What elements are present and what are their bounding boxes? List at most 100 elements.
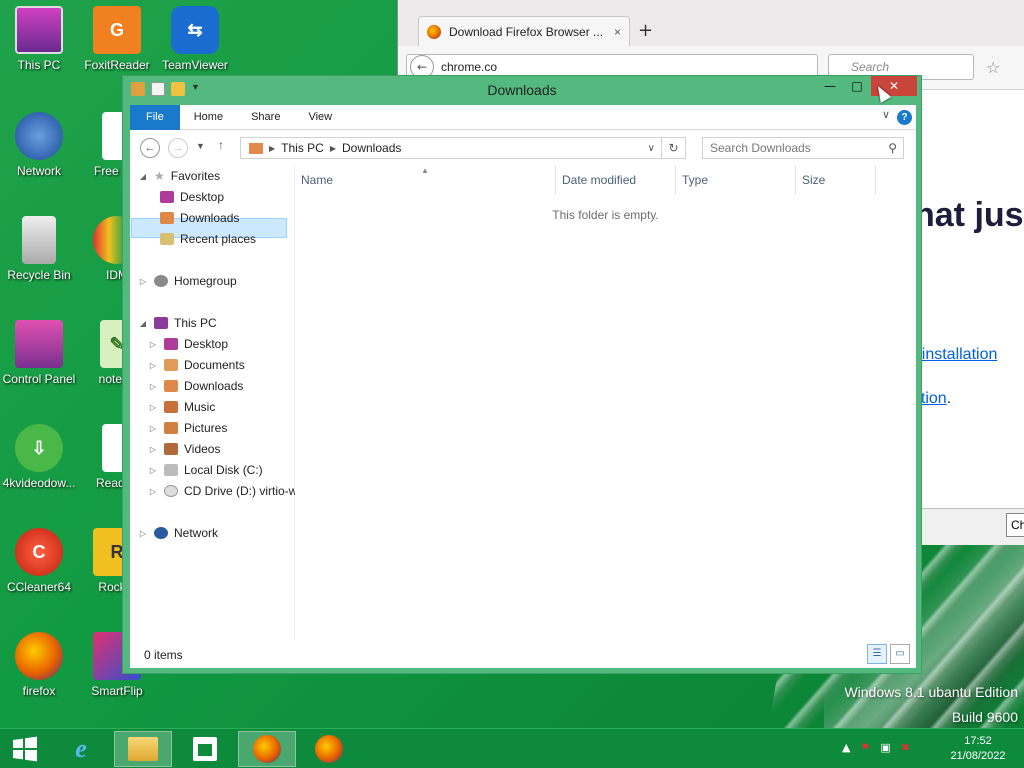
nav-pc-cd-drive[interactable]: ▷ CD Drive (D:) virtio-w <box>148 481 297 501</box>
column-header-date-modified[interactable]: Date modified <box>562 173 636 187</box>
new-tab-button[interactable]: + <box>638 20 653 41</box>
file-explorer-icon <box>128 737 158 761</box>
breadcrumb-this-pc[interactable]: This PC <box>281 141 324 155</box>
nav-pc-documents[interactable]: ▷ Documents <box>148 355 245 375</box>
back-icon[interactable]: ← <box>140 138 160 158</box>
desktop-icon-control-panel[interactable]: Control Panel <box>0 320 78 386</box>
desktop-icon-recycle-bin[interactable]: Recycle Bin <box>0 216 78 282</box>
firefox-icon <box>315 735 343 763</box>
tab-file[interactable]: File <box>130 105 180 130</box>
nav-homegroup[interactable]: ▷ Homegroup <box>138 271 237 291</box>
action-center-flag-icon[interactable]: ⚑ <box>860 741 870 754</box>
up-icon[interactable]: ↑ <box>218 138 224 152</box>
chevron-down-icon[interactable]: ∨ <box>648 143 655 154</box>
taskbar-firefox-active[interactable] <box>238 731 296 767</box>
browser-tab[interactable]: Download Firefox Browser ... × <box>418 16 630 46</box>
taskbar-windows-store[interactable] <box>176 731 234 767</box>
taskbar-firefox[interactable] <box>300 731 358 767</box>
details-view-icon[interactable]: ☰ <box>867 644 887 664</box>
expand-icon[interactable]: ◢ <box>138 319 148 328</box>
show-hidden-icons-icon[interactable]: ▲ <box>842 741 850 754</box>
expand-ribbon-icon[interactable]: ∨ <box>882 108 890 121</box>
expand-icon[interactable]: ▷ <box>148 424 158 433</box>
music-folder-icon <box>164 401 178 413</box>
nav-pc-local-disk[interactable]: ▷ Local Disk (C:) <box>148 460 263 480</box>
expand-icon[interactable]: ▷ <box>148 445 158 454</box>
expand-icon[interactable]: ◢ <box>138 172 148 181</box>
clock-date: 21/08/2022 <box>950 750 1006 762</box>
nav-network[interactable]: ▷ Network <box>138 523 218 543</box>
system-tray: ▲ ⚑ ▣ ✖ <box>842 741 910 754</box>
search-placeholder: Search <box>851 60 890 74</box>
nav-this-pc[interactable]: ◢ This PC <box>138 313 217 333</box>
search-input[interactable]: Search Downloads ⚲ <box>702 137 904 159</box>
column-header-type[interactable]: Type <box>682 173 708 187</box>
desktop-icon-firefox[interactable]: firefox <box>0 632 78 698</box>
nav-fav-desktop[interactable]: Desktop <box>160 187 224 207</box>
desktop-icon-teamviewer[interactable]: ⇆ TeamViewer <box>156 6 234 72</box>
installation-link[interactable]: r installation <box>912 346 997 364</box>
minimize-button[interactable]: — <box>820 76 840 96</box>
firefox-icon <box>427 24 441 39</box>
large-icons-view-icon[interactable]: ▭ <box>890 644 910 664</box>
teamviewer-icon: ⇆ <box>171 6 219 54</box>
expand-icon[interactable]: ▷ <box>148 487 158 496</box>
address-box[interactable]: ▶ This PC ▶ Downloads ∨ <box>240 137 662 159</box>
expand-icon[interactable]: ▷ <box>148 382 158 391</box>
desktop-icon-this-pc[interactable]: This PC <box>0 6 78 72</box>
refresh-icon[interactable]: ↻ <box>662 137 686 159</box>
expand-icon[interactable]: ▷ <box>148 361 158 370</box>
desktop-icon-ccleaner[interactable]: C CCleaner64 <box>0 528 78 594</box>
downloads-folder-icon <box>164 380 178 392</box>
desktop-icon-network[interactable]: Network <box>0 112 78 178</box>
browser-tab-title: Download Firefox Browser ... <box>449 24 604 39</box>
homegroup-icon <box>154 275 168 287</box>
nav-pc-downloads[interactable]: ▷ Downloads <box>148 376 243 396</box>
expand-icon[interactable]: ▷ <box>148 466 158 475</box>
page-heading: hat jus <box>914 196 1024 234</box>
column-header-size[interactable]: Size <box>802 173 825 187</box>
expand-icon[interactable]: ▷ <box>138 529 148 538</box>
nav-fav-recent-places[interactable]: Recent places <box>160 229 256 249</box>
bookmark-star-icon[interactable]: ☆ <box>986 58 1000 77</box>
tab-view[interactable]: View <box>294 105 346 130</box>
control-panel-icon <box>15 320 63 368</box>
column-divider <box>675 166 676 194</box>
nav-favorites[interactable]: ◢ ★ Favorites <box>138 166 220 186</box>
window-title: Downloads <box>487 82 557 98</box>
taskbar-clock[interactable]: 17:52 21/08/2022 <box>940 734 1016 764</box>
navigation-pane: ◢ ★ Favorites Desktop Downloads Recent p… <box>130 166 297 640</box>
tab-share[interactable]: Share <box>237 105 294 130</box>
volume-muted-icon[interactable]: ✖ <box>901 741 910 754</box>
documents-folder-icon <box>164 359 178 371</box>
taskbar-file-explorer[interactable] <box>114 731 172 767</box>
network-status-icon[interactable]: ▣ <box>880 741 890 754</box>
breadcrumb-downloads[interactable]: Downloads <box>342 141 401 155</box>
expand-icon[interactable]: ▷ <box>138 277 148 286</box>
download-icon: ⇩ <box>15 424 63 472</box>
browser-bottom-button[interactable]: Ch <box>1006 513 1024 537</box>
nav-fav-downloads[interactable]: Downloads <box>160 208 239 228</box>
explorer-window[interactable]: ▼ Downloads — □ ✕ File Home Share View ∨… <box>122 75 922 674</box>
ccleaner-icon: C <box>15 528 63 576</box>
column-header-name[interactable]: Name <box>301 173 333 187</box>
help-icon[interactable]: ? <box>897 110 912 125</box>
close-icon[interactable]: × <box>614 25 621 39</box>
forward-icon[interactable]: → <box>168 138 188 158</box>
nav-pc-music[interactable]: ▷ Music <box>148 397 215 417</box>
explorer-titlebar[interactable]: ▼ Downloads <box>123 76 921 104</box>
expand-icon[interactable]: ▷ <box>148 403 158 412</box>
nav-pc-videos[interactable]: ▷ Videos <box>148 439 221 459</box>
recent-locations-icon[interactable]: ▼ <box>196 141 205 151</box>
nav-pc-desktop[interactable]: ▷ Desktop <box>148 334 228 354</box>
start-button[interactable] <box>0 731 50 767</box>
desktop-icon-4kvideodownloader[interactable]: ⇩ 4kvideodow... <box>0 424 78 490</box>
expand-icon[interactable]: ▷ <box>148 340 158 349</box>
taskbar-internet-explorer[interactable]: e <box>52 731 110 767</box>
desktop-icon-foxitreader[interactable]: G FoxitReader <box>78 6 156 72</box>
file-list[interactable]: ▲ Name Date modified Type Size This fold… <box>295 166 916 640</box>
nav-pc-pictures[interactable]: ▷ Pictures <box>148 418 227 438</box>
maximize-button[interactable]: □ <box>847 76 867 96</box>
windows-edition-watermark: Windows 8.1 ubantu Edition <box>844 684 1018 700</box>
tab-home[interactable]: Home <box>180 105 237 130</box>
